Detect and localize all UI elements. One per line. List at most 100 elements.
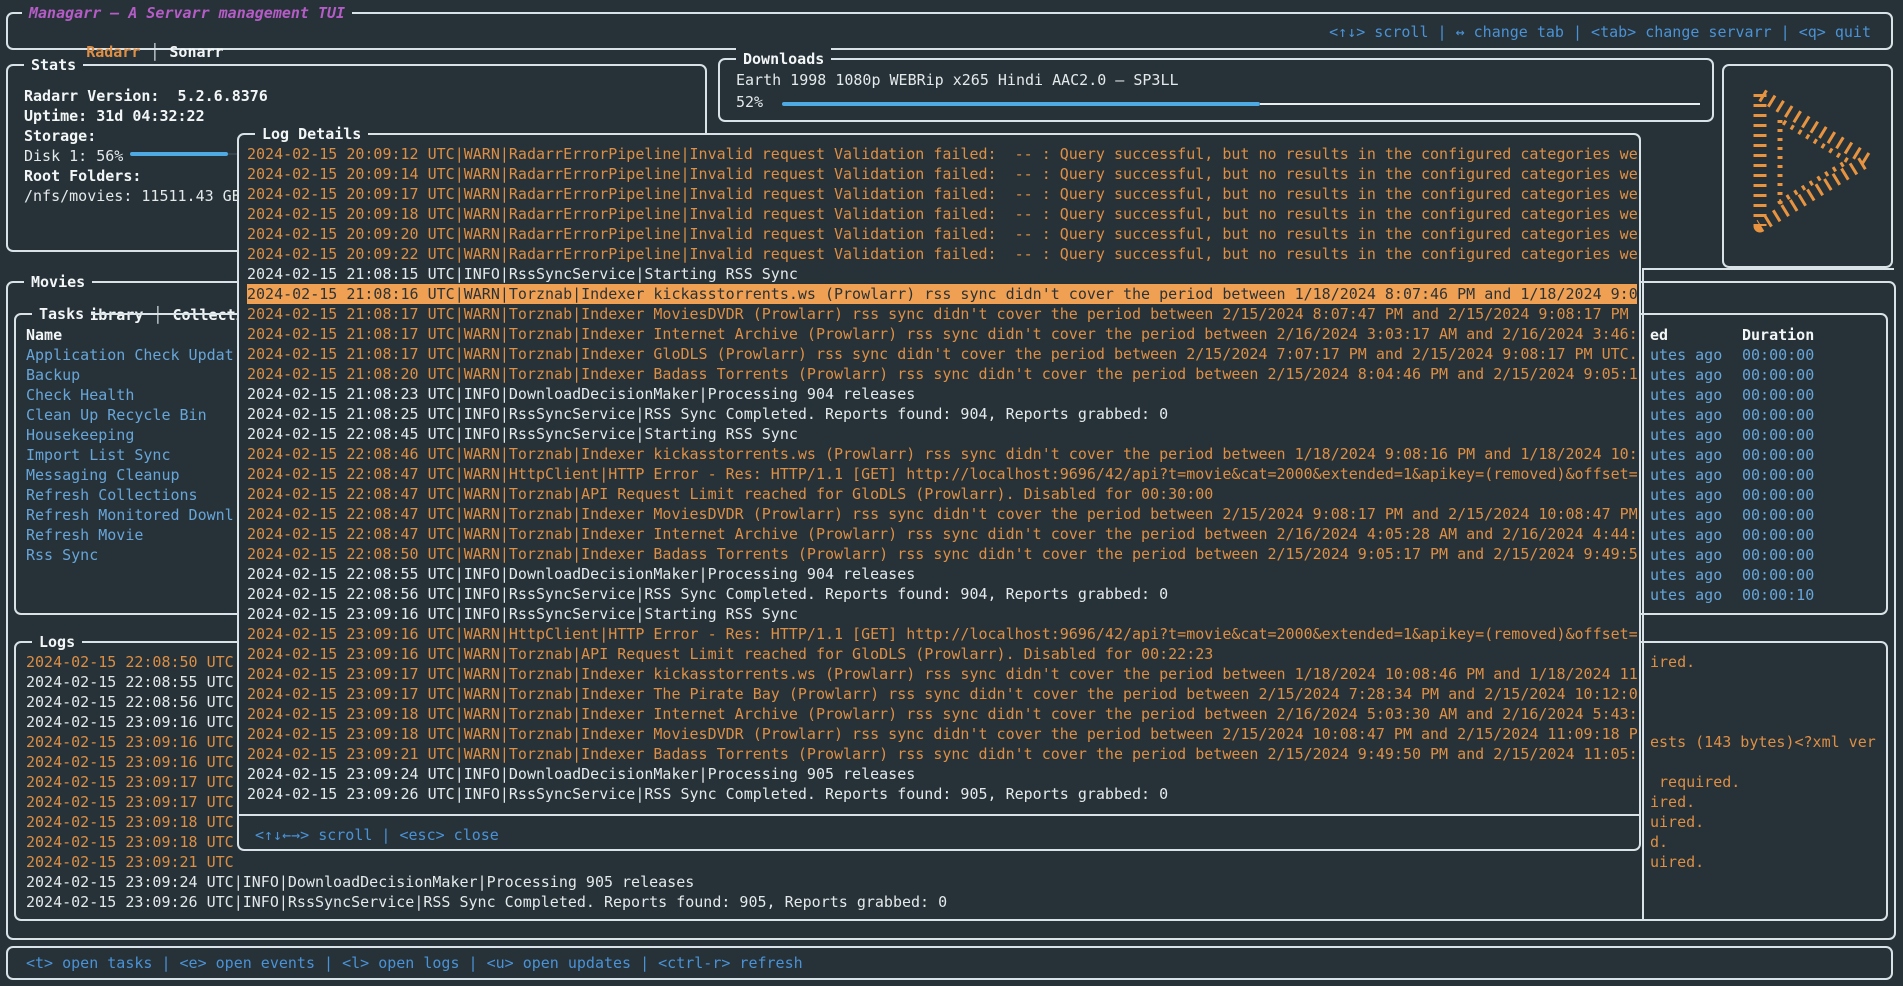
root-folder-size: /nfs/movies: 11511.43 GB [24,186,268,206]
log-detail-row[interactable]: 2024-02-15 21:08:17 UTC|WARN|Torznab|Ind… [247,324,1637,344]
log-row[interactable]: 2024-02-15 23:09:21 UTC uired. [26,852,1880,872]
task-duration: 00:00:00 [1742,345,1814,365]
log-detail-row[interactable]: 2024-02-15 22:08:47 UTC|WARN|HttpClient|… [247,464,1637,484]
task-duration: 00:00:00 [1742,565,1814,585]
task-duration: 00:00:00 [1742,485,1814,505]
downloads-title: Downloads [736,48,831,70]
log-row[interactable]: 2024-02-15 23:09:24 UTC|INFO|DownloadDec… [26,872,1880,892]
log-row-right-fragment: ired. [1650,652,1695,672]
log-row-left: 2024-02-15 23:09:18 UTC [26,833,234,851]
log-detail-row[interactable]: 2024-02-15 20:09:12 UTC|WARN|RadarrError… [247,144,1637,164]
task-duration: 00:00:00 [1742,465,1814,485]
uptime: Uptime: 31d 04:32:22 [24,106,268,126]
stats-title: Stats [24,54,83,76]
log-detail-row[interactable]: 2024-02-15 22:08:47 UTC|WARN|Torznab|Ind… [247,524,1637,544]
log-detail-row[interactable]: 2024-02-15 22:08:45 UTC|INFO|RssSyncServ… [247,424,1637,444]
task-row[interactable]: Housekeeping [26,425,236,445]
task-row[interactable]: Messaging Cleanup [26,465,236,485]
task-last-executed-fragment: utes ago [1650,546,1722,564]
task-row-right[interactable]: utes ago00:00:00 [1650,465,1900,485]
task-row-right[interactable]: utes ago 00:00:00 [1650,365,1900,385]
task-row[interactable]: Import List Sync [26,445,236,465]
log-detail-row[interactable]: 2024-02-15 21:08:23 UTC|INFO|DownloadDec… [247,384,1637,404]
task-row-right[interactable]: utes ago 00:00:00 [1650,385,1900,405]
task-row-right[interactable]: utes ago00:00:00 [1650,485,1900,505]
log-detail-row[interactable]: 2024-02-15 23:09:18 UTC|WARN|Torznab|Ind… [247,704,1637,724]
log-detail-row-selected[interactable]: 2024-02-15 21:08:16 UTC|WARN|Torznab|Ind… [247,284,1637,304]
log-detail-row[interactable]: 2024-02-15 21:08:17 UTC|WARN|Torznab|Ind… [247,344,1637,364]
log-detail-row[interactable]: 2024-02-15 22:08:46 UTC|WARN|Torznab|Ind… [247,444,1637,464]
task-last-executed-fragment: utes ago [1650,386,1722,404]
task-row[interactable]: Clean Up Recycle Bin [26,405,236,425]
log-detail-row[interactable]: 2024-02-15 20:09:18 UTC|WARN|RadarrError… [247,204,1637,224]
log-detail-row[interactable]: 2024-02-15 23:09:16 UTC|INFO|RssSyncServ… [247,604,1637,624]
log-detail-row[interactable]: 2024-02-15 23:09:17 UTC|WARN|Torznab|Ind… [247,664,1637,684]
task-duration: 00:00:00 [1742,385,1814,405]
download-progress-rest [1260,103,1700,105]
modal-keybindings: <↑↓←→> scroll | <esc> close [255,825,499,845]
task-row[interactable]: Application Check Updat [26,345,236,365]
task-last-executed-fragment: utes ago [1650,366,1722,384]
log-detail-row[interactable]: 2024-02-15 21:08:17 UTC|WARN|Torznab|Ind… [247,304,1637,324]
log-detail-row[interactable]: 2024-02-15 23:09:17 UTC|WARN|Torznab|Ind… [247,684,1637,704]
task-row-right[interactable]: utes ago00:00:10 [1650,585,1900,605]
task-row-right[interactable]: utes ago00:00:00 [1650,345,1900,365]
task-row[interactable]: Refresh Movie [26,525,236,545]
right-column-top-divider [1642,268,1894,270]
log-detail-row[interactable]: 2024-02-15 23:09:26 UTC|INFO|RssSyncServ… [247,784,1637,804]
tab-sonarr[interactable]: Sonarr [169,43,223,61]
log-row-right-fragment: ired. [1650,792,1695,812]
task-row[interactable]: Refresh Monitored Downl [26,505,236,525]
disk-usage-gauge [130,152,228,156]
download-item[interactable]: Earth 1998 1080p WEBRip x265 Hindi AAC2.… [736,70,1179,90]
task-last-executed-fragment: utes ago [1650,586,1722,604]
log-detail-row[interactable]: 2024-02-15 23:09:24 UTC|INFO|DownloadDec… [247,764,1637,784]
task-row-right[interactable]: utes ago00:00:00 [1650,425,1900,445]
log-detail-row[interactable]: 2024-02-15 20:09:22 UTC|WARN|RadarrError… [247,244,1637,264]
downloads-panel: Downloads Earth 1998 1080p WEBRip x265 H… [718,58,1714,122]
log-detail-row[interactable]: 2024-02-15 22:08:55 UTC|INFO|DownloadDec… [247,564,1637,584]
task-row-right[interactable]: utes ago00:00:00 [1650,405,1900,425]
task-list: Application Check UpdatBackupCheck Healt… [26,345,236,565]
log-detail-row[interactable]: 2024-02-15 23:09:16 UTC|WARN|HttpClient|… [247,624,1637,644]
task-row[interactable]: Refresh Collections [26,485,236,505]
task-last-executed-fragment: utes ago [1650,526,1722,544]
task-row-right[interactable]: utes ago 00:00:00 [1650,545,1900,565]
log-detail-row[interactable]: 2024-02-15 23:09:21 UTC|WARN|Torznab|Ind… [247,744,1637,764]
task-row[interactable]: Rss Sync [26,545,236,565]
log-detail-row[interactable]: 2024-02-15 22:08:56 UTC|INFO|RssSyncServ… [247,584,1637,604]
task-row-right[interactable]: utes ago00:00:00 [1650,565,1900,585]
log-row-left: 2024-02-15 23:09:21 UTC [26,853,234,871]
task-duration: 00:00:00 [1742,545,1814,565]
log-detail-row[interactable]: 2024-02-15 22:08:47 UTC|WARN|Torznab|API… [247,484,1637,504]
log-detail-row[interactable]: 2024-02-15 21:08:25 UTC|INFO|RssSyncServ… [247,404,1637,424]
task-row[interactable]: Backup [26,365,236,385]
task-row[interactable]: Check Health [26,385,236,405]
log-row-left: 2024-02-15 23:09:17 UTC [26,773,234,791]
log-row-left: 2024-02-15 23:09:16 UTC [26,733,234,751]
log-detail-row[interactable]: 2024-02-15 21:08:20 UTC|WARN|Torznab|Ind… [247,364,1637,384]
task-row-right[interactable]: utes ago00:00:00 [1650,445,1900,465]
log-detail-row[interactable]: 2024-02-15 23:09:18 UTC|WARN|Torznab|Ind… [247,724,1637,744]
log-row-right-fragment: uired. [1650,852,1704,872]
log-detail-row[interactable]: 2024-02-15 22:08:47 UTC|WARN|Torznab|Ind… [247,504,1637,524]
log-detail-row[interactable]: 2024-02-15 20:09:14 UTC|WARN|RadarrError… [247,164,1637,184]
task-last-executed-fragment: utes ago [1650,406,1722,424]
task-row-right[interactable]: utes ago00:00:00 [1650,525,1900,545]
log-detail-row[interactable]: 2024-02-15 20:09:20 UTC|WARN|RadarrError… [247,224,1637,244]
managarr-logo-icon [1724,66,1891,266]
log-row[interactable]: 2024-02-15 23:09:26 UTC|INFO|RssSyncServ… [26,892,1880,912]
log-detail-row[interactable]: 2024-02-15 22:08:50 UTC|WARN|Torznab|Ind… [247,544,1637,564]
task-last-executed-fragment: utes ago [1650,446,1722,464]
log-detail-row[interactable]: 2024-02-15 21:08:15 UTC|INFO|RssSyncServ… [247,264,1637,284]
tab-radarr[interactable]: Radarr [86,43,140,61]
modal-footer-divider [239,814,1639,816]
task-duration: 00:00:00 [1742,505,1814,525]
task-duration: 00:00:00 [1742,365,1814,385]
log-details-title: Log Details [255,123,368,145]
task-row-right[interactable]: utes ago00:00:00 [1650,505,1900,525]
storage-label: Storage: [24,126,268,146]
log-detail-row[interactable]: 2024-02-15 20:09:17 UTC|WARN|RadarrError… [247,184,1637,204]
log-row-left: 2024-02-15 23:09:17 UTC [26,793,234,811]
log-detail-row[interactable]: 2024-02-15 23:09:16 UTC|WARN|Torznab|API… [247,644,1637,664]
